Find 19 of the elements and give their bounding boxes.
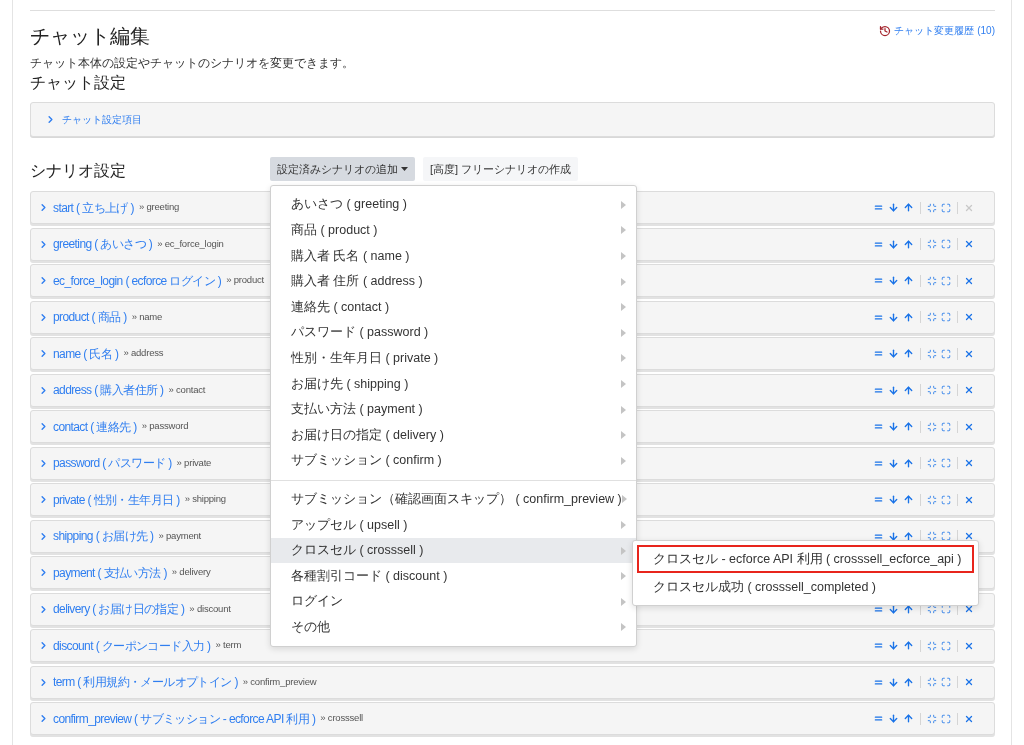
next-scenario: » payment xyxy=(158,528,202,543)
next-scenario: » delivery xyxy=(171,565,211,580)
next-scenario: » discount xyxy=(189,601,231,616)
page-title: チャット編集 xyxy=(30,24,150,49)
next-scenario: » greeting xyxy=(138,200,180,215)
next-scenario: » private xyxy=(176,455,212,470)
next-scenario: » shipping xyxy=(184,492,226,507)
section-heading: チャット設定 xyxy=(30,73,127,93)
next-scenario: » term xyxy=(215,638,242,653)
next-scenario: » ec_force_login xyxy=(157,236,224,251)
page-description: チャット本体の設定やチャットのシナリオを変更できます。 xyxy=(30,56,355,70)
next-scenario: » password xyxy=(141,419,189,434)
next-scenario: » product xyxy=(226,273,264,288)
next-scenario: » confirm_preview xyxy=(242,674,317,689)
next-scenario: » crosssell xyxy=(320,711,363,726)
next-scenario: » name xyxy=(131,309,163,324)
section-heading: シナリオ設定 xyxy=(30,160,127,181)
next-scenario: » contact xyxy=(168,382,206,397)
next-scenario: » address xyxy=(123,346,164,361)
